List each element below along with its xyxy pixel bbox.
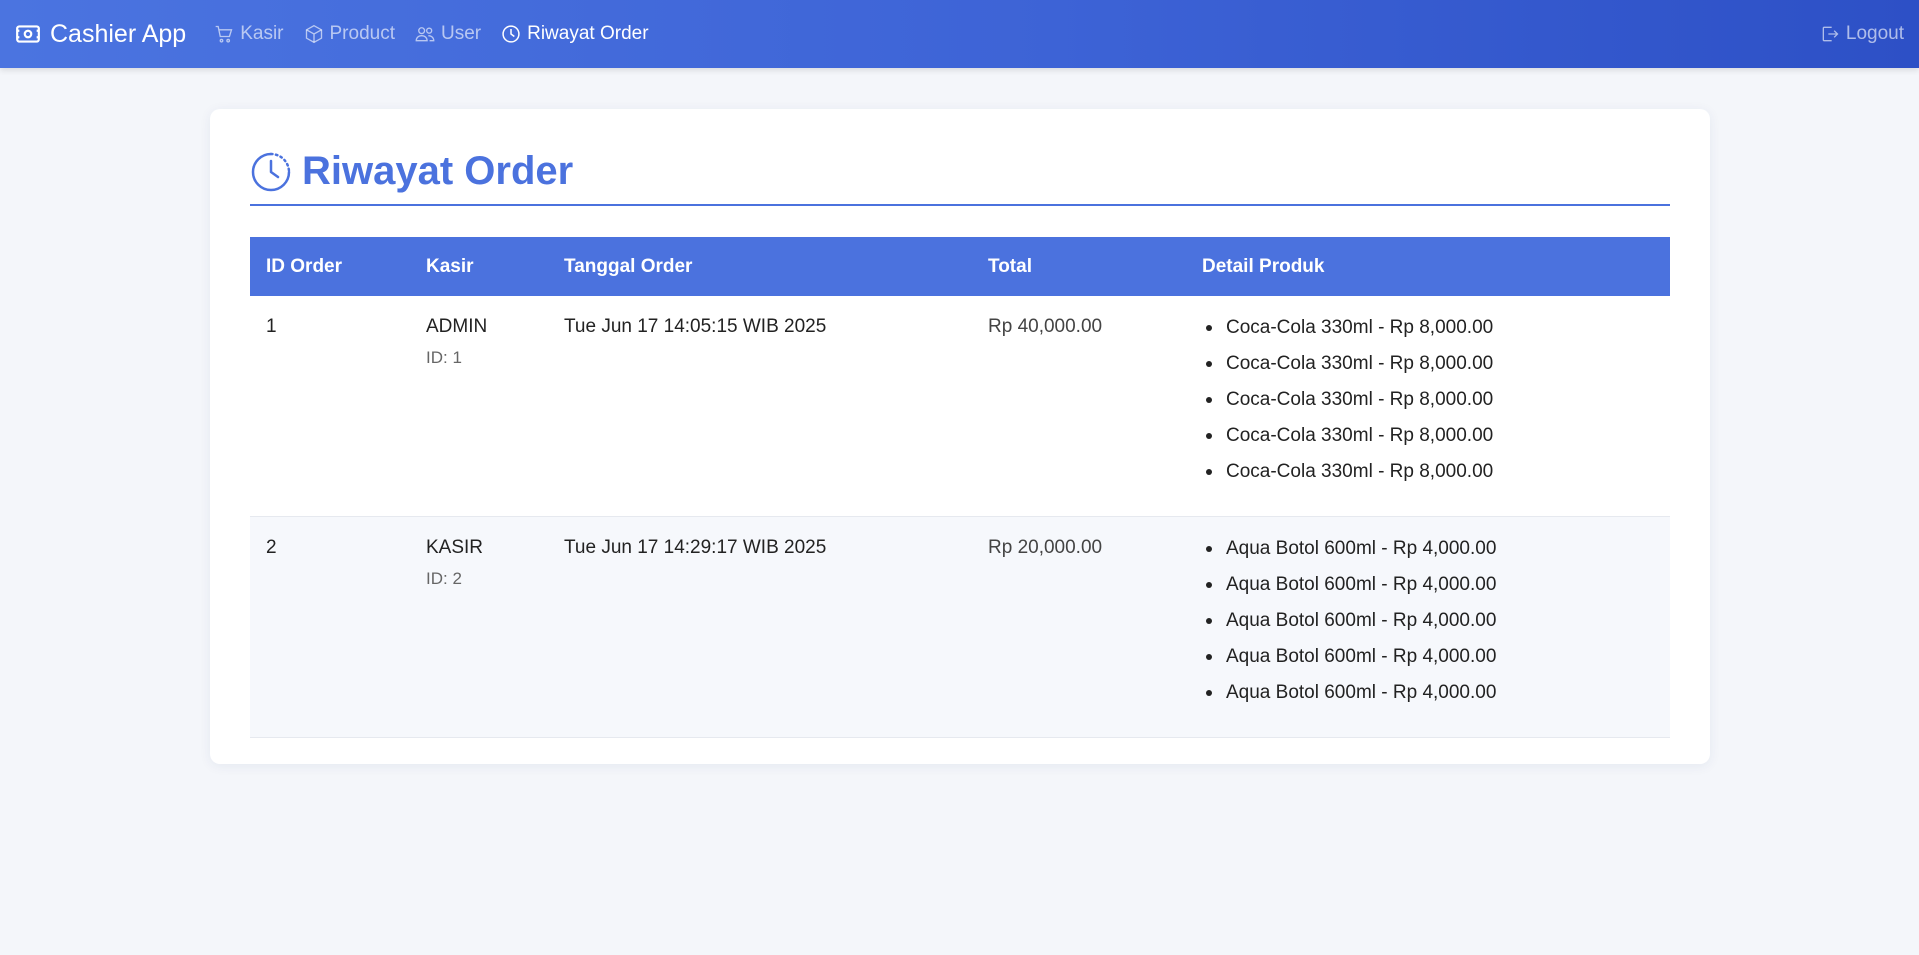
column-header-tanggal-order: Tanggal Order — [564, 255, 693, 277]
column-header-total: Total — [988, 255, 1032, 277]
kasir-cell: ADMIN ID: 1 — [410, 296, 548, 517]
table-row: 2 KASIR ID: 2 Tue Jun 17 14:29:17 WIB 20… — [250, 516, 1670, 738]
box-icon — [305, 24, 322, 44]
kasir-cell: KASIR ID: 2 — [410, 516, 548, 738]
logout-label: Logout — [1845, 23, 1904, 44]
kasir-id: ID: 1 — [426, 348, 462, 367]
nav-link-product[interactable]: Product — [304, 23, 395, 45]
page-title-text: Riwayat Order — [302, 149, 574, 193]
product-detail-cell: Aqua Botol 600ml - Rp 4,000.00 Aqua Boto… — [1186, 516, 1670, 738]
kasir-name: ADMIN — [426, 316, 488, 337]
nav-link-label: Product — [329, 23, 395, 44]
order-total-cell: Rp 20,000.00 — [972, 516, 1186, 738]
list-item: Aqua Botol 600ml - Rp 4,000.00 — [1202, 681, 1654, 704]
list-item: Coca-Cola 330ml - Rp 8,000.00 — [1202, 316, 1654, 339]
order-date-cell: Tue Jun 17 14:05:15 WIB 2025 — [548, 296, 972, 517]
list-item: Coca-Cola 330ml - Rp 8,000.00 — [1202, 460, 1654, 483]
table-row: 1 ADMIN ID: 1 Tue Jun 17 14:05:15 WIB 20… — [250, 296, 1670, 517]
nav-link-label: Kasir — [240, 23, 284, 44]
column-header-id-order: ID Order — [266, 255, 343, 277]
order-id-cell: 2 — [250, 516, 410, 738]
list-item: Aqua Botol 600ml - Rp 4,000.00 — [1202, 609, 1654, 632]
product-list: Coca-Cola 330ml - Rp 8,000.00 Coca-Cola … — [1202, 316, 1654, 483]
column-header-kasir: Kasir — [426, 255, 474, 277]
clock-icon — [502, 25, 520, 43]
nav-link-label: Riwayat Order — [527, 23, 649, 44]
order-date-cell: Tue Jun 17 14:29:17 WIB 2025 — [548, 516, 972, 738]
cart-icon — [215, 25, 233, 43]
cash-icon — [16, 25, 40, 43]
order-id-cell: 1 — [250, 296, 410, 517]
product-detail-cell: Coca-Cola 330ml - Rp 8,000.00 Coca-Cola … — [1186, 296, 1670, 517]
users-icon — [415, 27, 435, 42]
list-item: Coca-Cola 330ml - Rp 8,000.00 — [1202, 424, 1654, 447]
list-item: Aqua Botol 600ml - Rp 4,000.00 — [1202, 573, 1654, 596]
order-table: ID Order Kasir Tanggal Order Total Detai… — [250, 237, 1670, 738]
nav-link-label: User — [440, 23, 482, 44]
logout-link[interactable]: Logout — [1820, 23, 1904, 45]
table-body: 1 ADMIN ID: 1 Tue Jun 17 14:05:15 WIB 20… — [250, 296, 1670, 738]
list-item: Aqua Botol 600ml - Rp 4,000.00 — [1202, 537, 1654, 560]
kasir-id: ID: 2 — [426, 569, 462, 588]
history-clock-icon — [251, 152, 291, 191]
order-history-card: Riwayat Order ID Order Kasir Tanggal Ord… — [210, 109, 1710, 764]
kasir-name: KASIR — [426, 537, 484, 558]
page-title: Riwayat Order — [250, 149, 1670, 206]
table-header: ID Order Kasir Tanggal Order Total Detai… — [250, 237, 1670, 296]
top-navbar: Cashier App Kasir Product User Riwayat O… — [0, 0, 1919, 68]
list-item: Coca-Cola 330ml - Rp 8,000.00 — [1202, 352, 1654, 375]
nav-link-riwayat-order[interactable]: Riwayat Order — [501, 23, 649, 45]
brand-label: Cashier App — [50, 19, 187, 48]
list-item: Coca-Cola 330ml - Rp 8,000.00 — [1202, 388, 1654, 411]
nav-link-kasir[interactable]: Kasir — [214, 23, 284, 45]
product-list: Aqua Botol 600ml - Rp 4,000.00 Aqua Boto… — [1202, 537, 1654, 704]
list-item: Aqua Botol 600ml - Rp 4,000.00 — [1202, 645, 1654, 668]
nav-link-user[interactable]: User — [415, 23, 481, 45]
logout-icon — [1822, 26, 1839, 42]
column-header-detail-produk: Detail Produk — [1202, 255, 1325, 277]
brand-link[interactable]: Cashier App — [15, 20, 186, 49]
order-total-cell: Rp 40,000.00 — [972, 296, 1186, 517]
